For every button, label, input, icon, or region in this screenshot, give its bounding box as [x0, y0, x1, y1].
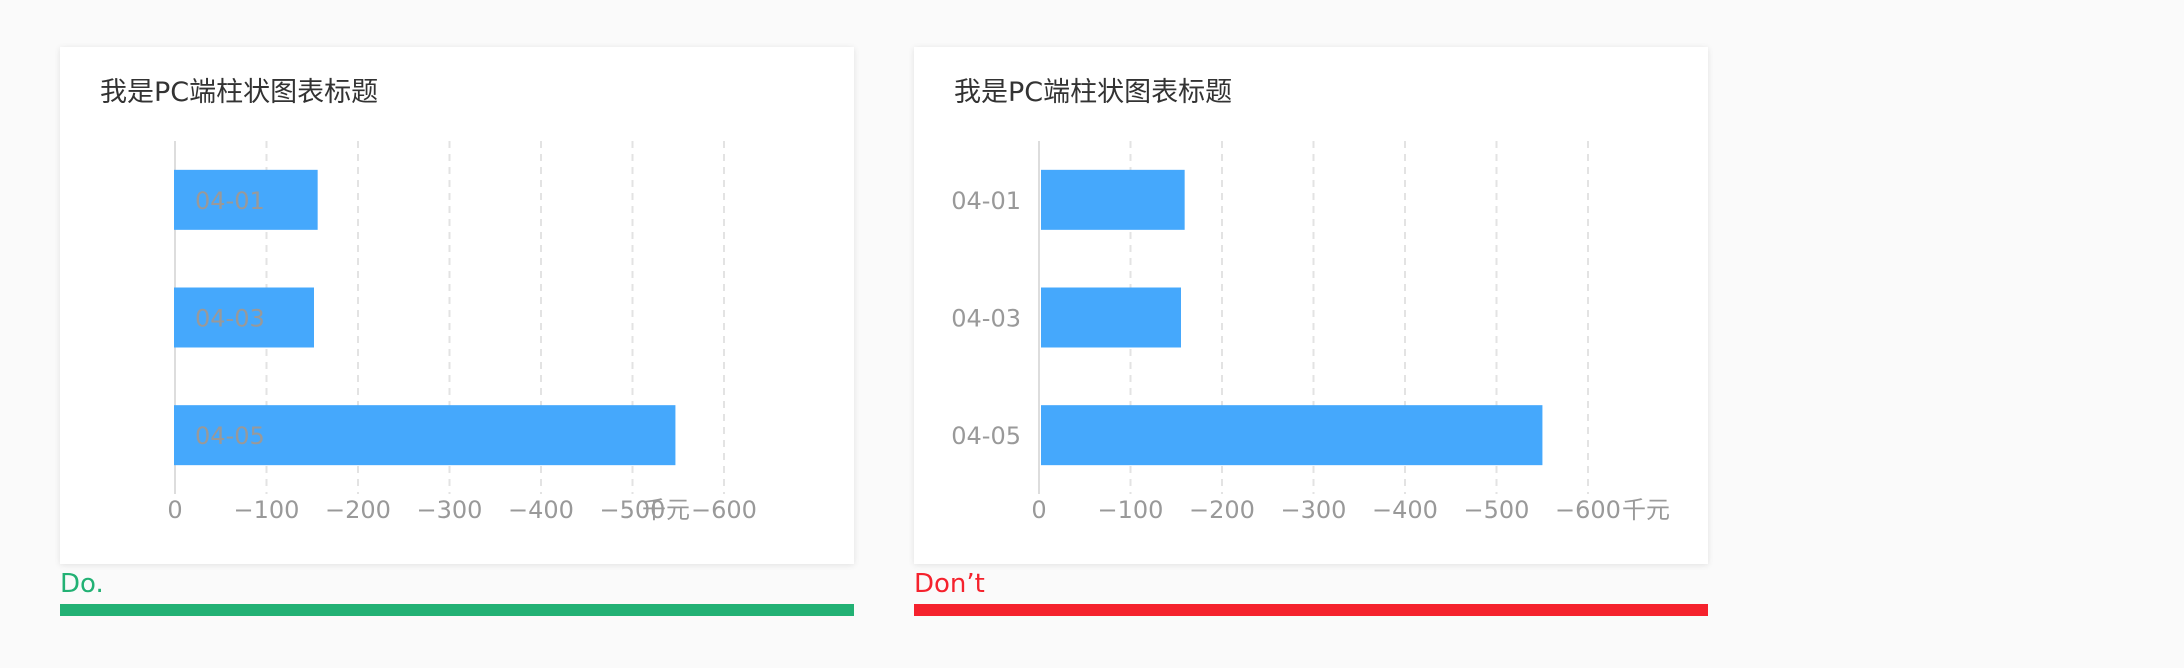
tick-label: 0	[1031, 496, 1046, 524]
tick-label: −300	[1281, 496, 1347, 524]
tick-label: −300	[417, 496, 483, 524]
do-label: Do.	[60, 569, 104, 599]
tick-label: −200	[325, 496, 391, 524]
category-label: 04-03	[951, 305, 1021, 333]
category-label: 04-01	[951, 187, 1021, 215]
tick-label: −200	[1189, 496, 1255, 524]
tick-label: −100	[1098, 496, 1164, 524]
tick-label: −400	[508, 496, 574, 524]
tick-label: 0	[167, 496, 182, 524]
chart-card: 我是PC端柱状图表标题 04-01 04-03 04-05 0 −100 −200 −300…	[914, 47, 1708, 564]
chart-card: 我是PC端柱状图表标题 04-01 04-03 04-05 −600 −500 −400−…	[60, 47, 854, 564]
bar-04-03	[1041, 287, 1181, 348]
tick-label: −100	[234, 496, 300, 524]
bar-chart-svg: 04-0104-0304-05−600−500−400−300−200−1000…	[167, 141, 757, 524]
tick-label: −400	[1372, 496, 1438, 524]
do-example-panel: 我是PC端柱状图表标题 04-01 04-03 04-05 −600 −500 −400−…	[60, 0, 854, 620]
tick-label: −500	[1464, 496, 1530, 524]
dont-example-panel: 我是PC端柱状图表标题 04-01 04-03 04-05 0 −100 −200 −300…	[914, 0, 1708, 620]
tick-label: −600	[691, 496, 757, 524]
unit-label: 千元	[1622, 496, 1670, 524]
category-label: 04-05	[195, 422, 265, 450]
dont-indicator-bar	[914, 604, 1708, 616]
category-label: 04-05	[951, 422, 1021, 450]
category-label: 04-03	[195, 305, 265, 333]
bar-04-05	[1041, 405, 1543, 466]
bar-chart-svg: 04-01 04-03 04-05 0 −100 −200 −300 −400 −500 −600…	[951, 141, 1670, 524]
tick-label: −600	[1555, 496, 1621, 524]
dont-label: Don’t	[914, 569, 985, 599]
do-indicator-bar	[60, 604, 854, 616]
bar-04-01	[1041, 169, 1185, 230]
category-label: 04-01	[195, 187, 265, 215]
unit-label: 千元	[642, 496, 690, 524]
